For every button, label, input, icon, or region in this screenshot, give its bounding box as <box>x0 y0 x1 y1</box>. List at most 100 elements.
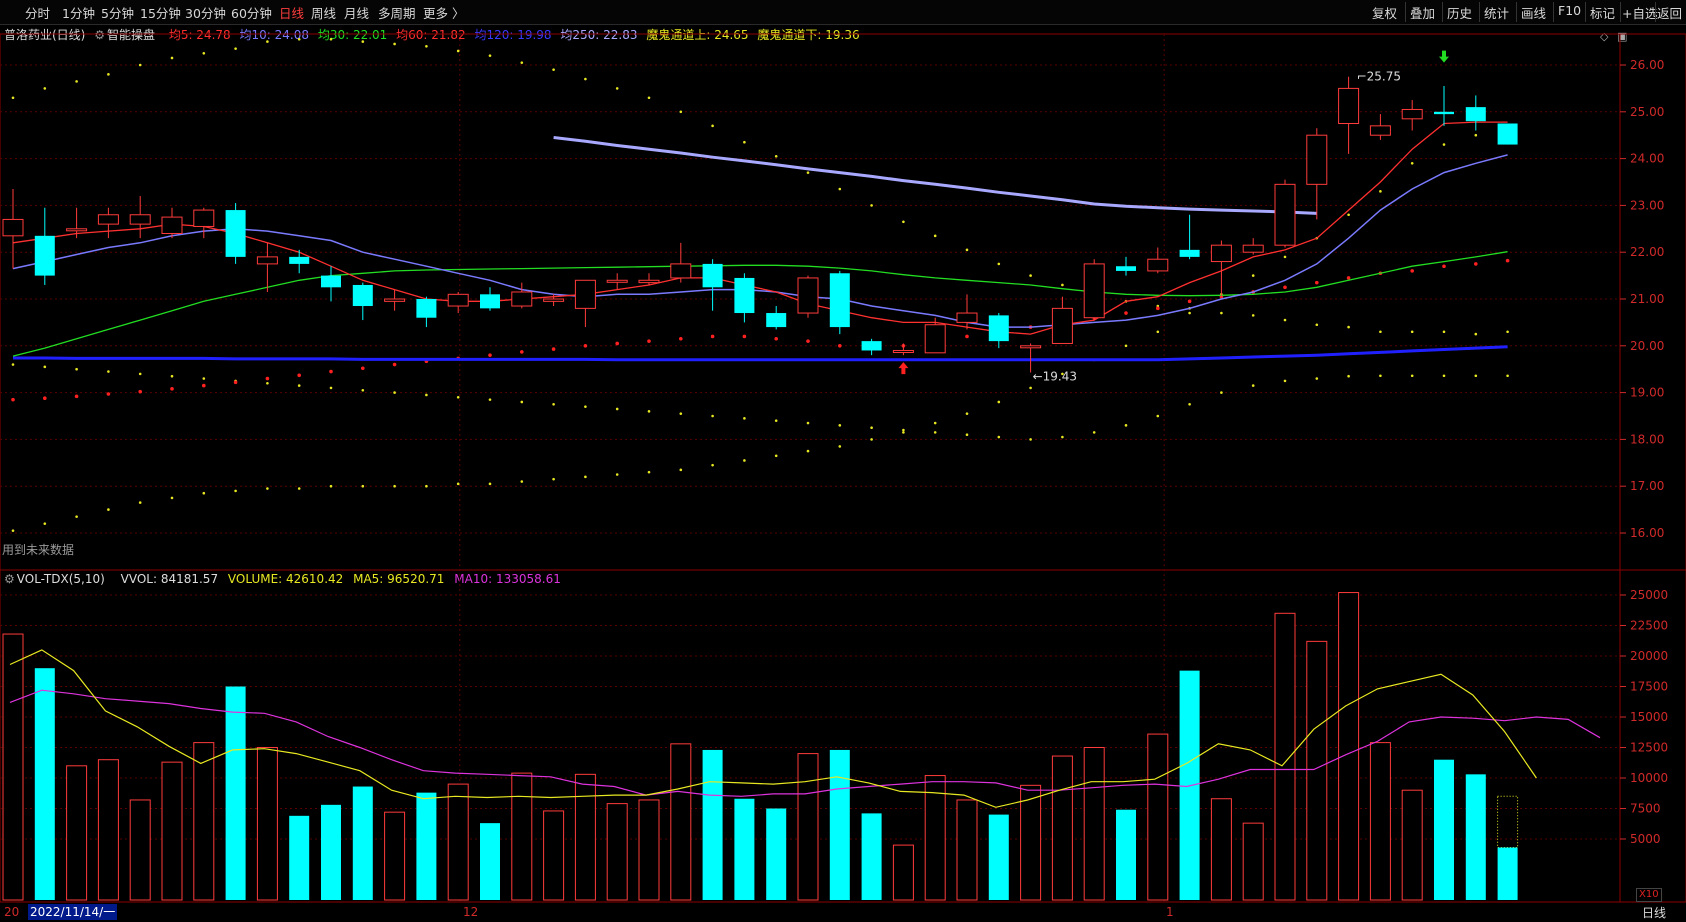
period-tab-daily[interactable]: 日线 <box>1642 904 1666 921</box>
channel-upper-dot <box>202 52 206 55</box>
stop-dot <box>138 389 142 394</box>
volume-bar <box>638 799 660 901</box>
channel-lower-dot <box>456 482 460 486</box>
volume-bar <box>1020 784 1042 901</box>
channel-lower-dot <box>138 501 142 504</box>
channel-upper-dot <box>329 37 333 41</box>
buy-arrow-icon <box>898 362 909 375</box>
channel-upper-dot <box>75 80 78 83</box>
volume-bar <box>1369 742 1391 901</box>
stop-dot <box>615 341 619 346</box>
stop-dot <box>1187 299 1192 304</box>
support-dot <box>1442 374 1446 378</box>
candle-body <box>670 263 692 279</box>
channel-lower-dot <box>425 484 428 488</box>
channel-lower-dot <box>1029 386 1032 390</box>
channel-upper-dot <box>679 110 683 114</box>
channel-lower-dot <box>329 484 333 488</box>
stop-dot <box>1283 285 1287 290</box>
support-dot <box>1061 435 1064 439</box>
stop-dot <box>202 383 206 388</box>
stop-dot <box>742 334 747 339</box>
volume-bar <box>766 808 787 900</box>
channel-lower-dot <box>1347 213 1350 217</box>
price-tick-label: 19.00 <box>1630 386 1664 400</box>
channel-upper-dot <box>138 63 142 67</box>
volume-tick-label: 15000 <box>1630 710 1668 724</box>
stop-dot <box>806 339 810 343</box>
volume-tick-label: 12500 <box>1630 741 1668 755</box>
candle-body <box>829 273 850 328</box>
support-dot <box>870 426 873 430</box>
support-dot <box>1188 403 1191 406</box>
volume-bar <box>256 747 278 901</box>
support-dot <box>1474 374 1478 378</box>
channel-upper-dot <box>1379 330 1382 334</box>
channel-upper-dot <box>838 187 842 191</box>
support-dot <box>1124 424 1128 427</box>
candle-body <box>34 235 55 276</box>
low-price-annotation: ←19.43 <box>1033 369 1077 383</box>
volume-bar <box>988 814 1009 900</box>
support-dot <box>933 431 937 434</box>
volume-bar <box>956 799 978 901</box>
volume-bar <box>670 743 692 901</box>
stop-dot <box>329 369 333 374</box>
volume-bar <box>829 749 850 900</box>
volume-bar <box>384 811 406 901</box>
price-tick-label: 23.00 <box>1630 198 1664 212</box>
support-dot <box>679 412 683 415</box>
channel-lower-dot <box>838 445 842 448</box>
candle-body <box>129 214 151 225</box>
support-dot <box>266 381 269 385</box>
channel-lower-dot <box>1442 143 1446 146</box>
volume-bar <box>1401 789 1423 901</box>
volume-bar <box>1051 755 1073 901</box>
candle-body <box>384 298 406 302</box>
zoom-x10-badge[interactable]: X10 <box>1636 888 1662 902</box>
candle-body <box>1147 258 1169 272</box>
volume-bar <box>1210 798 1232 901</box>
candle-body <box>956 312 978 323</box>
volume-forecast-box <box>1497 795 1519 849</box>
support-dot <box>1506 374 1509 378</box>
candle-body <box>892 349 914 353</box>
stop-dot <box>520 350 524 354</box>
channel-upper-dot <box>266 40 269 43</box>
volume-bar <box>1147 733 1169 901</box>
channel-lower-dot <box>997 400 1001 404</box>
volume-bar <box>129 799 151 901</box>
support-dot <box>647 410 651 413</box>
candle-body <box>766 313 787 328</box>
channel-upper-dot <box>488 54 492 57</box>
candle-body <box>1497 123 1518 145</box>
support-dot <box>1379 374 1382 378</box>
candle-body <box>66 228 88 232</box>
candle-body <box>447 293 469 307</box>
volume-bar <box>352 786 373 900</box>
volume-tick-label: 22500 <box>1630 619 1668 633</box>
candle-body <box>574 279 596 309</box>
volume-bar <box>321 804 341 900</box>
volume-bar <box>34 668 55 900</box>
candle-body <box>511 291 533 307</box>
channel-upper-dot <box>361 40 365 43</box>
channel-lower-dot <box>902 431 905 434</box>
candle-body <box>861 341 882 351</box>
stop-dot <box>1156 306 1160 311</box>
channel-lower-dot <box>1188 311 1191 315</box>
stop-dot <box>265 376 270 381</box>
channel-upper-dot <box>743 140 746 144</box>
stop-dot <box>74 394 79 399</box>
candle-body <box>1051 307 1073 344</box>
channel-lower-dot <box>75 515 78 518</box>
support-dot <box>1410 374 1414 378</box>
support-dot <box>1251 384 1255 387</box>
support-dot <box>902 428 905 432</box>
candle-body <box>1020 345 1042 349</box>
candle-body <box>256 256 278 265</box>
stop-dot <box>392 362 397 367</box>
kline-chart-area[interactable]: 26.00 25.00 24.00 23.00 22.00 21.00 20.00 19.00… <box>0 0 1686 922</box>
stop-dot <box>679 336 683 341</box>
candle-body <box>193 209 215 227</box>
